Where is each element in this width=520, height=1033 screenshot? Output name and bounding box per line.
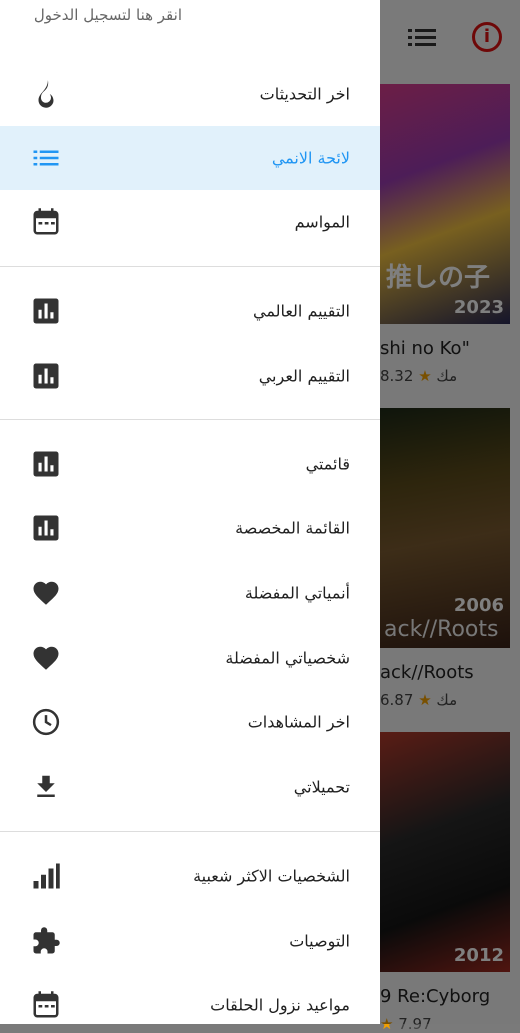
menu-item-label: التقييم العالمي xyxy=(252,301,350,321)
fire-icon xyxy=(38,80,54,108)
menu-item-global-rating[interactable]: التقييم العالمي xyxy=(0,279,380,343)
puzzle-icon xyxy=(33,927,60,954)
bar-chart-icon xyxy=(33,298,59,324)
menu-item-favorite-anime[interactable]: أنمياتي المفضلة xyxy=(0,561,380,625)
calendar-icon xyxy=(33,991,59,1018)
menu-item-latest-updates[interactable]: اخر التحديثات xyxy=(0,62,380,126)
list-icon xyxy=(33,150,59,166)
menu-item-recommendations[interactable]: التوصيات xyxy=(0,909,380,973)
menu-item-label: الشخصيات الاكثر شعبية xyxy=(193,866,350,886)
menu-item-label: التقييم العربي xyxy=(258,366,350,386)
menu-item-label: قائمتي xyxy=(305,454,350,474)
menu-item-watch-history[interactable]: اخر المشاهدات xyxy=(0,690,380,754)
bar-chart-icon xyxy=(33,363,59,389)
divider xyxy=(0,831,380,832)
menu-item-popular-characters[interactable]: الشخصيات الاكثر شعبية xyxy=(0,844,380,908)
menu-item-my-list[interactable]: قائمتي xyxy=(0,432,380,496)
menu-item-label: مواعيد نزول الحلقات xyxy=(210,995,350,1015)
menu-item-label: اخر المشاهدات xyxy=(247,712,350,732)
menu-item-label: التوصيات xyxy=(289,931,350,951)
menu-item-anime-list[interactable]: لائحة الانمي xyxy=(0,126,380,190)
menu-item-label: شخصياتي المفضلة xyxy=(225,648,350,668)
calendar-icon xyxy=(33,208,59,235)
menu-item-label: القائمة المخصصة xyxy=(235,518,350,538)
menu-item-custom-list[interactable]: القائمة المخصصة xyxy=(0,496,380,560)
menu-item-arabic-rating[interactable]: التقييم العربي xyxy=(0,344,380,408)
bar-chart-icon xyxy=(33,515,59,541)
clock-icon xyxy=(32,708,60,736)
menu-item-favorite-characters[interactable]: شخصياتي المفضلة xyxy=(0,626,380,690)
menu-item-downloads[interactable]: تحميلاتي xyxy=(0,755,380,819)
menu-item-label: تحميلاتي xyxy=(293,777,350,797)
bar-chart-icon xyxy=(33,451,59,477)
menu-item-episode-schedule[interactable]: مواعيد نزول الحلقات xyxy=(0,973,380,1024)
menu-item-label: أنمياتي المفضلة xyxy=(244,583,350,603)
login-link[interactable]: انقر هنا لتسجيل الدخول xyxy=(34,6,182,24)
heart-icon xyxy=(33,581,59,605)
divider xyxy=(0,419,380,420)
menu-item-seasons[interactable]: المواسم xyxy=(0,190,380,254)
menu-item-label: اخر التحديثات xyxy=(259,84,350,104)
download-icon xyxy=(37,775,55,797)
menu-item-label: المواسم xyxy=(294,212,350,232)
menu-item-label: لائحة الانمي xyxy=(271,148,350,168)
divider xyxy=(0,266,380,267)
signal-icon xyxy=(33,863,60,889)
navigation-drawer: انقر هنا لتسجيل الدخول اخر التحديثات لائ… xyxy=(0,0,380,1024)
heart-icon xyxy=(33,646,59,670)
